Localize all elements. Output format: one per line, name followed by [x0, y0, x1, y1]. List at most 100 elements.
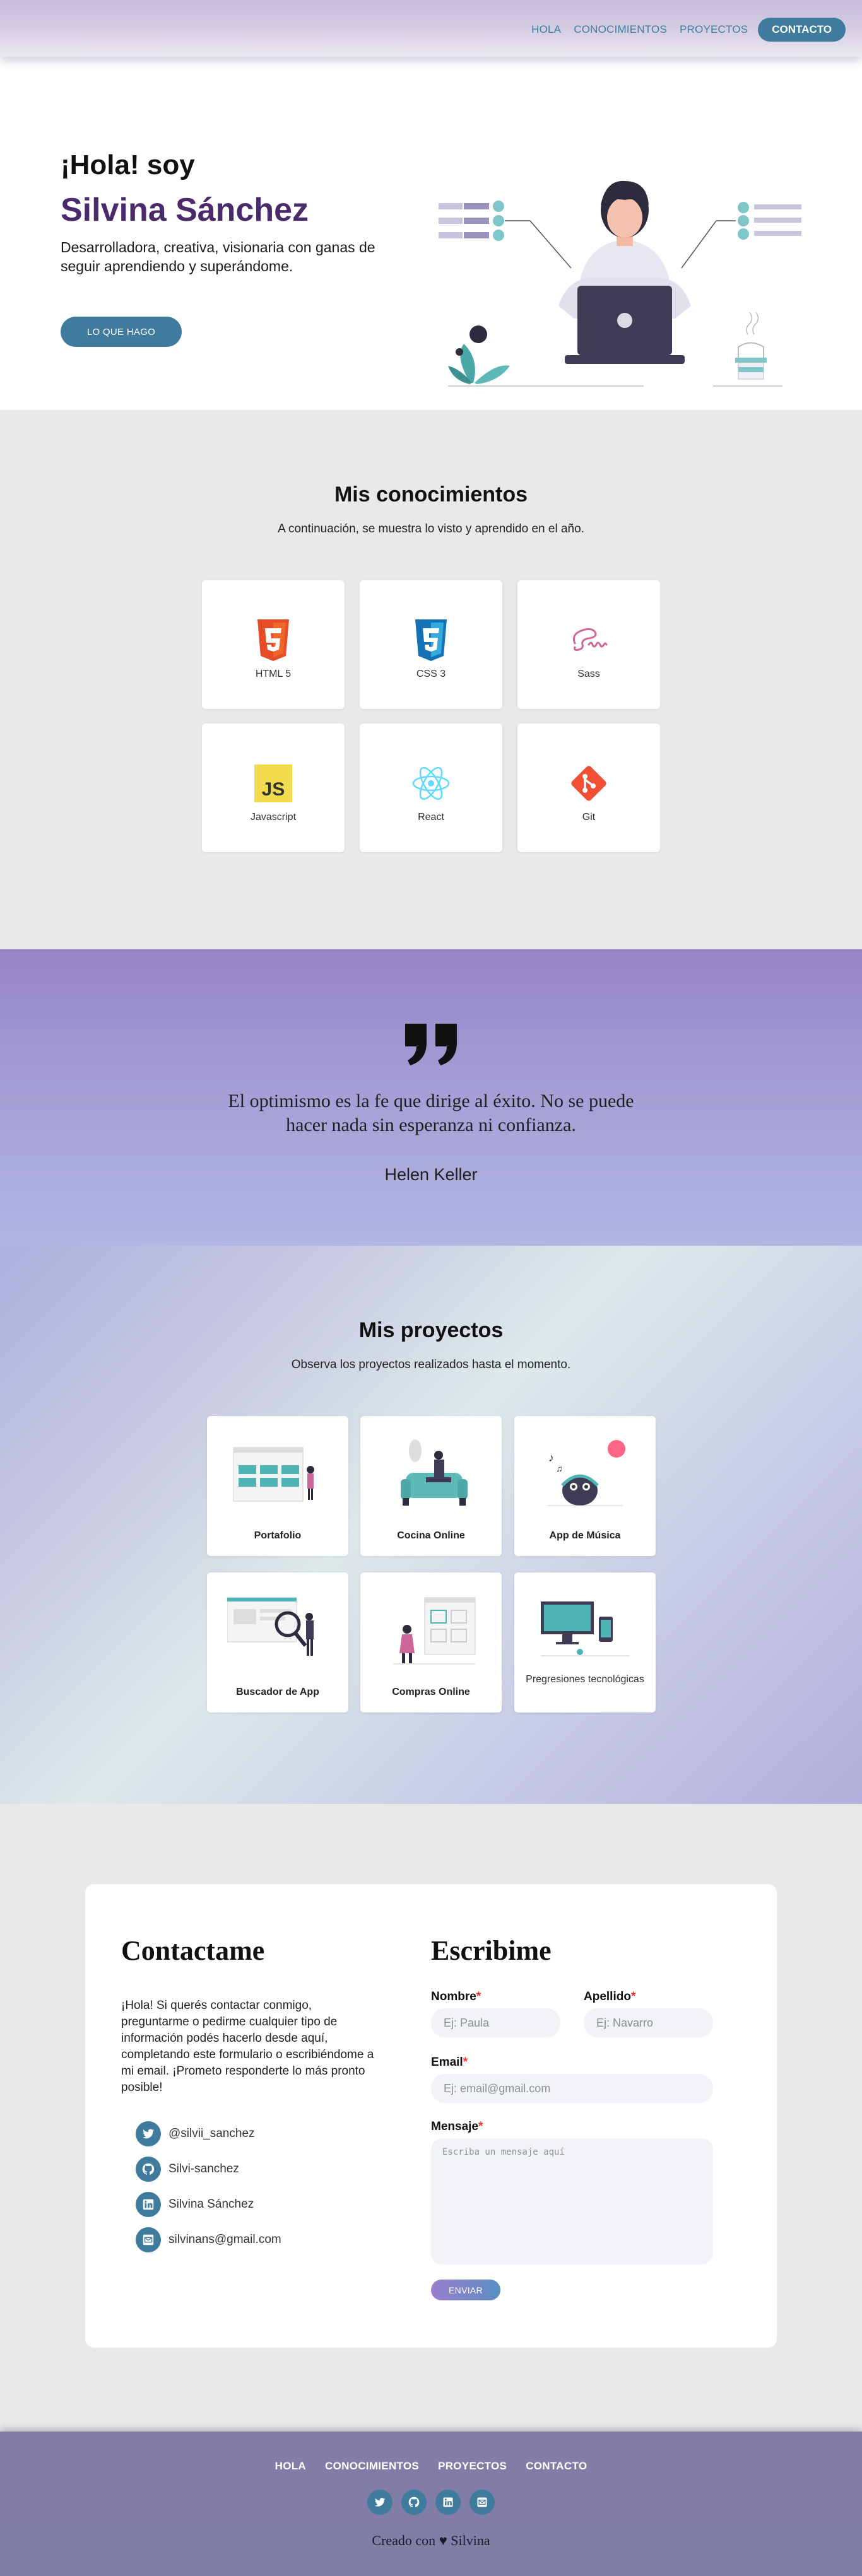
developer-illustration: [439, 180, 801, 387]
required-mark: *: [476, 1990, 481, 2003]
skill-card-git[interactable]: Git: [517, 723, 660, 852]
svg-text:♪: ♪: [548, 1451, 554, 1464]
contact-title: Contactame: [121, 1935, 265, 1966]
quote-author: Helen Keller: [384, 1165, 478, 1184]
github-icon: [136, 2157, 161, 2182]
github-icon[interactable]: [401, 2490, 427, 2515]
skills-section: Mis conocimientos A continuación, se mue…: [0, 410, 862, 949]
skill-card-html5[interactable]: HTML 5: [202, 580, 345, 709]
quote-section: El optimismo es la fe que dirige al éxit…: [0, 949, 862, 1246]
projects-title: Mis proyectos: [358, 1318, 504, 1342]
mensaje-label-text: Mensaje: [431, 2120, 478, 2133]
hero-section: ¡Hola! soy Silvina Sánchez Desarrollador…: [0, 57, 862, 410]
html5-icon: [257, 619, 289, 661]
social-twitter[interactable]: @silvii_sanchez: [136, 2121, 255, 2146]
shopping-illustration: [393, 1597, 476, 1665]
project-card-portafolio[interactable]: Portafolio: [207, 1416, 348, 1556]
skill-card-sass[interactable]: Sass: [517, 580, 660, 709]
project-label: Pregresiones tecnológicas: [526, 1674, 644, 1685]
apellido-input[interactable]: [584, 2008, 713, 2037]
contact-text: ¡Hola! Si querés contactar conmigo, preg…: [121, 1999, 374, 2094]
email-label-text: Email: [431, 2056, 463, 2069]
svg-text:♫: ♫: [556, 1463, 563, 1473]
nav-link-proyectos[interactable]: PROYECTOS: [680, 23, 748, 36]
credit-name: Silvina: [451, 2532, 490, 2548]
social-text: @silvii_sanchez: [168, 2127, 255, 2140]
required-mark: *: [630, 1990, 636, 2003]
footer-credit: Creado con ♥ Silvina: [0, 2532, 862, 2549]
nav-contacto-button[interactable]: CONTACTO: [758, 18, 846, 42]
social-text: silvinans@gmail.com: [168, 2233, 281, 2246]
skill-label: Git: [582, 812, 596, 823]
search-app-illustration: [227, 1597, 314, 1656]
tech-devices-illustration: [541, 1601, 629, 1656]
mensaje-textarea[interactable]: [431, 2138, 713, 2264]
nav-link-conocimientos[interactable]: CONOCIMIENTOS: [574, 23, 667, 36]
projects-section: Mis proyectos Observa los proyectos real…: [0, 1246, 862, 1804]
portfolio-illustration: [233, 1447, 314, 1502]
nombre-label-text: Nombre: [431, 1990, 476, 2003]
skill-card-css3[interactable]: CSS 3: [360, 580, 502, 709]
social-email[interactable]: silvinans@gmail.com: [136, 2227, 281, 2252]
project-card-pregresiones-tecnologicas[interactable]: Pregresiones tecnológicas: [514, 1572, 656, 1712]
javascript-icon: JS: [254, 764, 292, 802]
required-mark: *: [463, 2056, 468, 2069]
projects-subtitle: Observa los proyectos realizados hasta e…: [291, 1358, 571, 1371]
nav-link-hola[interactable]: HOLA: [531, 23, 561, 36]
email-icon[interactable]: [469, 2490, 495, 2515]
hero-description: Desarrolladora, creativa, visionaria con…: [61, 239, 375, 274]
css3-icon: [415, 619, 447, 661]
project-label: Compras Online: [392, 1687, 470, 1697]
required-mark: *: [478, 2120, 483, 2133]
footer-links: HOLA CONOCIMIENTOS PROYECTOS CONTACTO: [0, 2460, 862, 2473]
skills-subtitle: A continuación, se muestra lo visto y ap…: [278, 522, 584, 536]
git-icon: [571, 766, 606, 801]
enviar-button[interactable]: ENVIAR: [431, 2280, 500, 2300]
nombre-input[interactable]: [431, 2008, 560, 2037]
project-label: App de Música: [549, 1530, 621, 1541]
footer: HOLA CONOCIMIENTOS PROYECTOS CONTACTO Cr…: [0, 2432, 862, 2576]
project-label: Portafolio: [254, 1530, 302, 1541]
email-input[interactable]: [431, 2074, 713, 2103]
email-label: Email*: [431, 2056, 468, 2070]
social-linkedin[interactable]: Silvina Sánchez: [136, 2192, 254, 2217]
skill-label: CSS 3: [416, 669, 446, 679]
project-card-cocina-online[interactable]: Cocina Online: [360, 1416, 502, 1556]
skill-label: React: [418, 812, 444, 823]
skills-title: Mis conocimientos: [334, 483, 528, 506]
linkedin-icon: [136, 2192, 161, 2217]
hero-greeting: ¡Hola! soy: [61, 149, 195, 180]
email-icon: [136, 2227, 161, 2252]
social-text: Silvina Sánchez: [168, 2198, 254, 2211]
footer-link-proyectos[interactable]: PROYECTOS: [438, 2460, 507, 2473]
skill-label: Sass: [577, 669, 600, 679]
project-card-buscador-de-app[interactable]: Buscador de App: [207, 1572, 348, 1712]
social-github[interactable]: Silvi-sanchez: [136, 2157, 239, 2182]
project-label: Buscador de App: [236, 1687, 319, 1697]
project-card-app-de-musica[interactable]: ♪ ♫ App de Música: [514, 1416, 656, 1556]
footer-link-contacto[interactable]: CONTACTO: [526, 2460, 587, 2473]
footer-link-conocimientos[interactable]: CONOCIMIENTOS: [325, 2460, 419, 2473]
linkedin-icon[interactable]: [435, 2490, 461, 2515]
skill-label: HTML 5: [255, 669, 292, 679]
twitter-icon[interactable]: [367, 2490, 393, 2515]
contact-card: Contactame ¡Hola! Si querés contactar co…: [85, 1884, 777, 2348]
footer-link-hola[interactable]: HOLA: [275, 2460, 306, 2473]
footer-social-icons: [0, 2490, 862, 2515]
form-title: Escribime: [431, 1935, 552, 1966]
project-card-compras-online[interactable]: Compras Online: [360, 1572, 502, 1712]
skill-card-javascript[interactable]: JS Javascript: [202, 723, 345, 852]
music-illustration: ♪ ♫: [547, 1440, 625, 1506]
mensaje-label: Mensaje*: [431, 2120, 483, 2134]
top-navbar: HOLA CONOCIMIENTOS PROYECTOS CONTACTO: [0, 0, 862, 57]
quote-icon: [405, 1024, 457, 1065]
lo-que-hago-button[interactable]: LO QUE HAGO: [61, 317, 182, 347]
heart-icon: ♥: [439, 2532, 447, 2548]
sass-icon: [572, 628, 608, 651]
twitter-icon: [136, 2121, 161, 2146]
skill-label: Javascript: [250, 812, 297, 823]
apellido-label: Apellido*: [584, 1990, 635, 2004]
project-label: Cocina Online: [397, 1530, 465, 1541]
svg-text:JS: JS: [262, 779, 285, 800]
skill-card-react[interactable]: React: [360, 723, 502, 852]
